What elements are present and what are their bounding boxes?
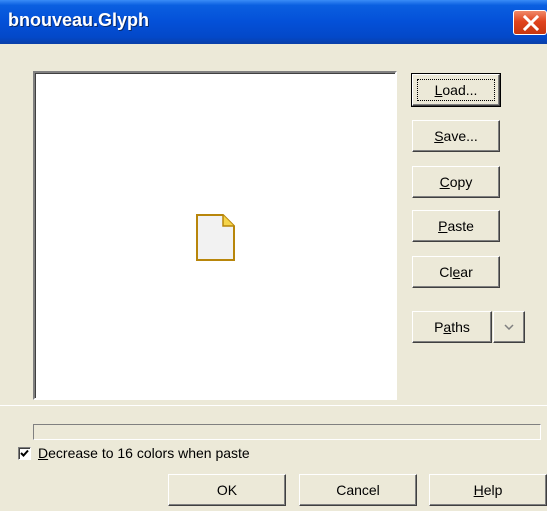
ok-label: OK — [216, 482, 238, 498]
close-icon — [523, 15, 539, 31]
ok-button[interactable]: OK — [168, 474, 286, 506]
window-title: bnouveau.Glyph — [8, 10, 150, 30]
glyph-preview-area — [33, 71, 397, 400]
checkmark-icon — [20, 449, 29, 457]
save-label: Save... — [434, 128, 478, 144]
copy-button[interactable]: Copy — [412, 166, 500, 198]
help-label: Help — [473, 482, 503, 498]
chevron-down-icon — [504, 324, 514, 330]
paths-button[interactable]: Paths — [412, 311, 492, 343]
status-bar — [33, 424, 541, 440]
copy-label: Copy — [439, 174, 473, 190]
divider — [0, 405, 547, 406]
paste-button[interactable]: Paste — [412, 210, 500, 242]
preview-canvas — [35, 73, 395, 398]
cancel-label: Cancel — [336, 482, 380, 498]
clear-label: Clear — [439, 264, 473, 280]
title-bar[interactable]: bnouveau.Glyph — [0, 0, 547, 44]
paths-label: Paths — [434, 319, 470, 335]
help-button[interactable]: Help — [429, 474, 547, 506]
clear-button[interactable]: Clear — [412, 256, 500, 288]
blank-document-icon — [196, 214, 235, 261]
cancel-button[interactable]: Cancel — [299, 474, 417, 506]
decrease-colors-checkbox[interactable] — [18, 447, 31, 460]
load-button[interactable]: Load... — [411, 73, 501, 107]
save-button[interactable]: Save... — [412, 120, 500, 152]
paste-label: Paste — [438, 218, 474, 234]
close-button[interactable] — [513, 10, 547, 35]
paths-dropdown-button[interactable] — [493, 311, 525, 343]
decrease-colors-label[interactable]: Decrease to 16 colors when paste — [38, 445, 250, 461]
